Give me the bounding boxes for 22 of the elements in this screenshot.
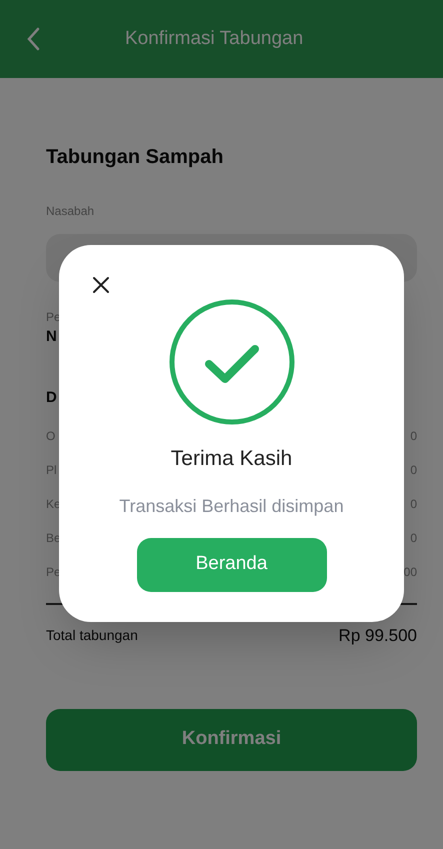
row-value: 00 — [404, 564, 417, 581]
home-button[interactable]: Beranda — [136, 538, 326, 592]
field-value: N — [46, 327, 58, 347]
dialog-message: Transaksi Berhasil disimpan — [119, 494, 344, 518]
row-label: O — [46, 428, 56, 445]
close-icon — [92, 276, 110, 294]
row-label: Pl — [46, 462, 57, 479]
back-icon — [26, 27, 40, 51]
header-title: Konfirmasi Tabungan — [125, 26, 304, 51]
total-value: Rp 99.500 — [338, 625, 417, 647]
row-value: 0 — [410, 530, 417, 547]
page-title: Tabungan Sampah — [46, 145, 224, 170]
row-value: 0 — [410, 428, 417, 445]
field-label: Nasabah — [46, 203, 96, 220]
close-button[interactable] — [91, 275, 111, 295]
total-label: Total tabungan — [46, 626, 138, 646]
section-heading: D — [46, 388, 58, 408]
confirm-button[interactable]: Konfirmasi — [46, 708, 417, 770]
row-value: 0 — [410, 496, 417, 513]
dialog-title: Terima Kasih — [170, 446, 292, 472]
check-circle-icon — [168, 299, 294, 425]
row-value: 0 — [410, 462, 417, 479]
